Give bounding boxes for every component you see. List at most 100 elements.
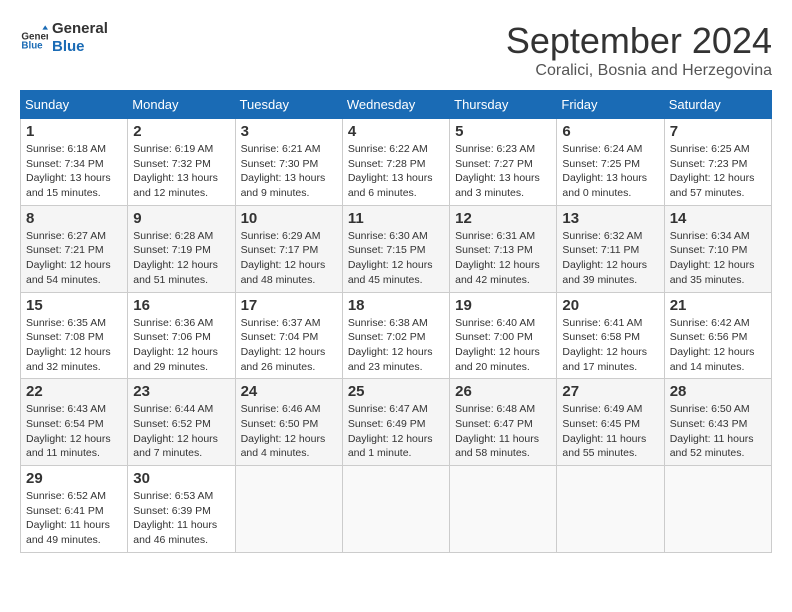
calendar-cell: 9 Sunrise: 6:28 AMSunset: 7:19 PMDaylight… <box>128 205 235 292</box>
day-number: 1 <box>26 123 122 140</box>
logo-line2: Blue <box>52 38 108 56</box>
day-info: Sunrise: 6:43 AMSunset: 6:54 PMDaylight:… <box>26 402 122 461</box>
day-info: Sunrise: 6:40 AMSunset: 7:00 PMDaylight:… <box>455 316 551 375</box>
calendar-cell: 18 Sunrise: 6:38 AMSunset: 7:02 PMDayligh… <box>342 292 449 379</box>
calendar-week-row: 1 Sunrise: 6:18 AMSunset: 7:34 PMDaylight… <box>21 119 772 206</box>
day-info: Sunrise: 6:27 AMSunset: 7:21 PMDaylight:… <box>26 229 122 288</box>
calendar-cell: 8 Sunrise: 6:27 AMSunset: 7:21 PMDaylight… <box>21 205 128 292</box>
day-number: 29 <box>26 470 122 487</box>
day-info: Sunrise: 6:32 AMSunset: 7:11 PMDaylight:… <box>562 229 658 288</box>
logo-line1: General <box>52 20 108 38</box>
day-info: Sunrise: 6:19 AMSunset: 7:32 PMDaylight:… <box>133 142 229 201</box>
day-number: 11 <box>348 210 444 227</box>
day-info: Sunrise: 6:18 AMSunset: 7:34 PMDaylight:… <box>26 142 122 201</box>
logo: General Blue General Blue <box>20 20 108 56</box>
day-info: Sunrise: 6:41 AMSunset: 6:58 PMDaylight:… <box>562 316 658 375</box>
day-info: Sunrise: 6:50 AMSunset: 6:43 PMDaylight:… <box>670 402 766 461</box>
day-number: 17 <box>241 297 337 314</box>
day-info: Sunrise: 6:48 AMSunset: 6:47 PMDaylight:… <box>455 402 551 461</box>
day-number: 9 <box>133 210 229 227</box>
day-info: Sunrise: 6:36 AMSunset: 7:06 PMDaylight:… <box>133 316 229 375</box>
calendar-week-row: 15Sunrise: 6:35 AMSunset: 7:08 PMDayligh… <box>21 292 772 379</box>
calendar-cell: 11Sunrise: 6:30 AMSunset: 7:15 PMDayligh… <box>342 205 449 292</box>
calendar-week-row: 29 Sunrise: 6:52 AMSunset: 6:41 PMDayligh… <box>21 466 772 553</box>
header-thursday: Thursday <box>450 91 557 119</box>
day-info: Sunrise: 6:42 AMSunset: 6:56 PMDaylight:… <box>670 316 766 375</box>
calendar-week-row: 22 Sunrise: 6:43 AMSunset: 6:54 PMDayligh… <box>21 379 772 466</box>
day-info: Sunrise: 6:47 AMSunset: 6:49 PMDaylight:… <box>348 402 444 461</box>
day-info: Sunrise: 6:31 AMSunset: 7:13 PMDaylight:… <box>455 229 551 288</box>
svg-text:Blue: Blue <box>21 41 43 52</box>
calendar-cell: 12Sunrise: 6:31 AMSunset: 7:13 PMDayligh… <box>450 205 557 292</box>
day-number: 25 <box>348 383 444 400</box>
calendar-cell: 27 Sunrise: 6:49 AMSunset: 6:45 PMDayligh… <box>557 379 664 466</box>
header-saturday: Saturday <box>664 91 771 119</box>
location-title: Coralici, Bosnia and Herzegovina <box>506 62 772 80</box>
calendar-header-row: SundayMondayTuesdayWednesdayThursdayFrid… <box>21 91 772 119</box>
day-number: 7 <box>670 123 766 140</box>
day-number: 30 <box>133 470 229 487</box>
day-info: Sunrise: 6:24 AMSunset: 7:25 PMDaylight:… <box>562 142 658 201</box>
day-number: 24 <box>241 383 337 400</box>
day-number: 13 <box>562 210 658 227</box>
day-info: Sunrise: 6:38 AMSunset: 7:02 PMDaylight:… <box>348 316 444 375</box>
header-wednesday: Wednesday <box>342 91 449 119</box>
day-info: Sunrise: 6:37 AMSunset: 7:04 PMDaylight:… <box>241 316 337 375</box>
day-number: 4 <box>348 123 444 140</box>
day-number: 20 <box>562 297 658 314</box>
calendar-cell: 1 Sunrise: 6:18 AMSunset: 7:34 PMDaylight… <box>21 119 128 206</box>
calendar-cell: 23Sunrise: 6:44 AMSunset: 6:52 PMDayligh… <box>128 379 235 466</box>
day-info: Sunrise: 6:53 AMSunset: 6:39 PMDaylight:… <box>133 489 229 548</box>
calendar: SundayMondayTuesdayWednesdayThursdayFrid… <box>20 90 772 553</box>
calendar-cell <box>664 466 771 553</box>
calendar-cell: 14Sunrise: 6:34 AMSunset: 7:10 PMDayligh… <box>664 205 771 292</box>
day-number: 5 <box>455 123 551 140</box>
day-number: 22 <box>26 383 122 400</box>
calendar-cell <box>235 466 342 553</box>
calendar-cell <box>342 466 449 553</box>
title-section: September 2024 Coralici, Bosnia and Herz… <box>506 20 772 80</box>
calendar-cell: 26 Sunrise: 6:48 AMSunset: 6:47 PMDayligh… <box>450 379 557 466</box>
calendar-cell: 3 Sunrise: 6:21 AMSunset: 7:30 PMDaylight… <box>235 119 342 206</box>
header-tuesday: Tuesday <box>235 91 342 119</box>
day-number: 8 <box>26 210 122 227</box>
day-number: 21 <box>670 297 766 314</box>
day-number: 23 <box>133 383 229 400</box>
logo-icon: General Blue <box>20 24 48 52</box>
calendar-cell: 19Sunrise: 6:40 AMSunset: 7:00 PMDayligh… <box>450 292 557 379</box>
day-info: Sunrise: 6:21 AMSunset: 7:30 PMDaylight:… <box>241 142 337 201</box>
calendar-cell: 24 Sunrise: 6:46 AMSunset: 6:50 PMDayligh… <box>235 379 342 466</box>
calendar-cell: 30 Sunrise: 6:53 AMSunset: 6:39 PMDayligh… <box>128 466 235 553</box>
calendar-cell <box>450 466 557 553</box>
calendar-cell: 22 Sunrise: 6:43 AMSunset: 6:54 PMDayligh… <box>21 379 128 466</box>
header-sunday: Sunday <box>21 91 128 119</box>
day-info: Sunrise: 6:49 AMSunset: 6:45 PMDaylight:… <box>562 402 658 461</box>
calendar-cell: 29 Sunrise: 6:52 AMSunset: 6:41 PMDayligh… <box>21 466 128 553</box>
day-number: 3 <box>241 123 337 140</box>
day-info: Sunrise: 6:52 AMSunset: 6:41 PMDaylight:… <box>26 489 122 548</box>
header-friday: Friday <box>557 91 664 119</box>
day-number: 27 <box>562 383 658 400</box>
calendar-cell: 5 Sunrise: 6:23 AMSunset: 7:27 PMDaylight… <box>450 119 557 206</box>
day-info: Sunrise: 6:22 AMSunset: 7:28 PMDaylight:… <box>348 142 444 201</box>
day-number: 18 <box>348 297 444 314</box>
day-info: Sunrise: 6:35 AMSunset: 7:08 PMDaylight:… <box>26 316 122 375</box>
day-info: Sunrise: 6:23 AMSunset: 7:27 PMDaylight:… <box>455 142 551 201</box>
day-number: 26 <box>455 383 551 400</box>
header-monday: Monday <box>128 91 235 119</box>
page-header: General Blue General Blue September 2024… <box>20 20 772 80</box>
day-number: 14 <box>670 210 766 227</box>
day-number: 16 <box>133 297 229 314</box>
calendar-cell: 6 Sunrise: 6:24 AMSunset: 7:25 PMDaylight… <box>557 119 664 206</box>
day-info: Sunrise: 6:28 AMSunset: 7:19 PMDaylight:… <box>133 229 229 288</box>
calendar-cell: 7Sunrise: 6:25 AMSunset: 7:23 PMDaylight… <box>664 119 771 206</box>
calendar-cell: 4 Sunrise: 6:22 AMSunset: 7:28 PMDaylight… <box>342 119 449 206</box>
calendar-cell: 15Sunrise: 6:35 AMSunset: 7:08 PMDayligh… <box>21 292 128 379</box>
day-number: 10 <box>241 210 337 227</box>
calendar-cell: 16 Sunrise: 6:36 AMSunset: 7:06 PMDayligh… <box>128 292 235 379</box>
day-number: 6 <box>562 123 658 140</box>
day-number: 28 <box>670 383 766 400</box>
calendar-cell: 17 Sunrise: 6:37 AMSunset: 7:04 PMDayligh… <box>235 292 342 379</box>
calendar-cell: 21 Sunrise: 6:42 AMSunset: 6:56 PMDayligh… <box>664 292 771 379</box>
day-info: Sunrise: 6:46 AMSunset: 6:50 PMDaylight:… <box>241 402 337 461</box>
